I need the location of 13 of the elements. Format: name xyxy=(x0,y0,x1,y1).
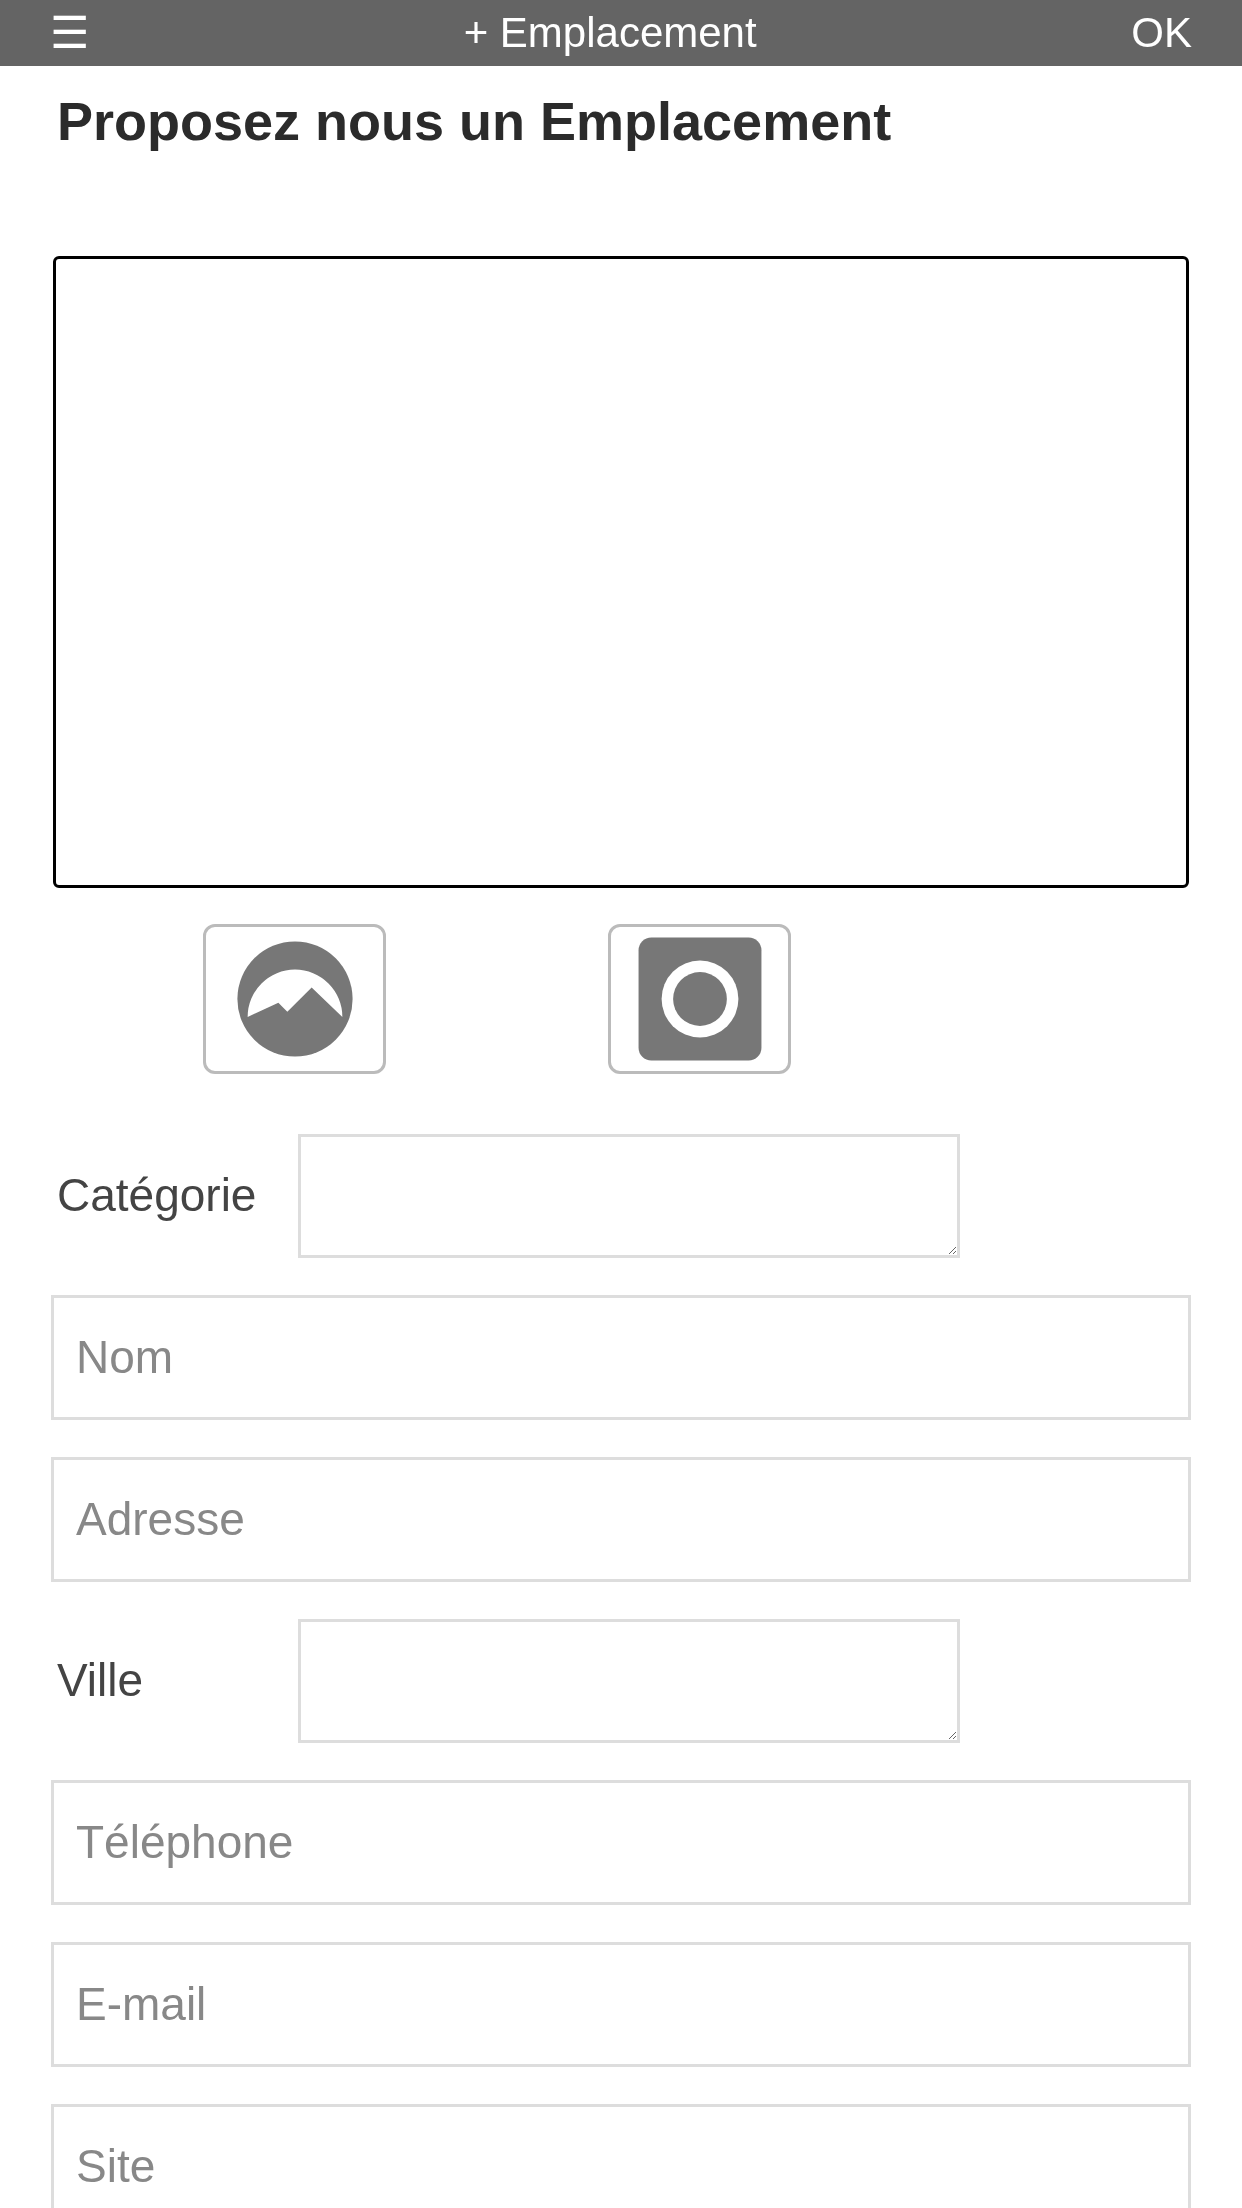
text-field[interactable]: Adresse xyxy=(51,1456,1191,1582)
text-field[interactable]: Téléphone xyxy=(51,1779,1191,1905)
menu-icon[interactable]: ☰ xyxy=(50,11,89,55)
field-label: Catégorie xyxy=(57,1168,258,1223)
ok-button[interactable]: OK xyxy=(1131,12,1192,54)
screen-title: + Emplacement xyxy=(463,12,757,54)
camera-button[interactable] xyxy=(608,923,791,1074)
field-label: Ville xyxy=(57,1653,145,1708)
text-field[interactable]: E-mail xyxy=(51,1941,1191,2067)
text-field[interactable]: Site xyxy=(51,2103,1191,2208)
text-field[interactable]: Nom xyxy=(51,1294,1191,1420)
page-heading: Proposez nous un Emplacement xyxy=(57,90,892,153)
gallery-button[interactable] xyxy=(203,923,386,1074)
